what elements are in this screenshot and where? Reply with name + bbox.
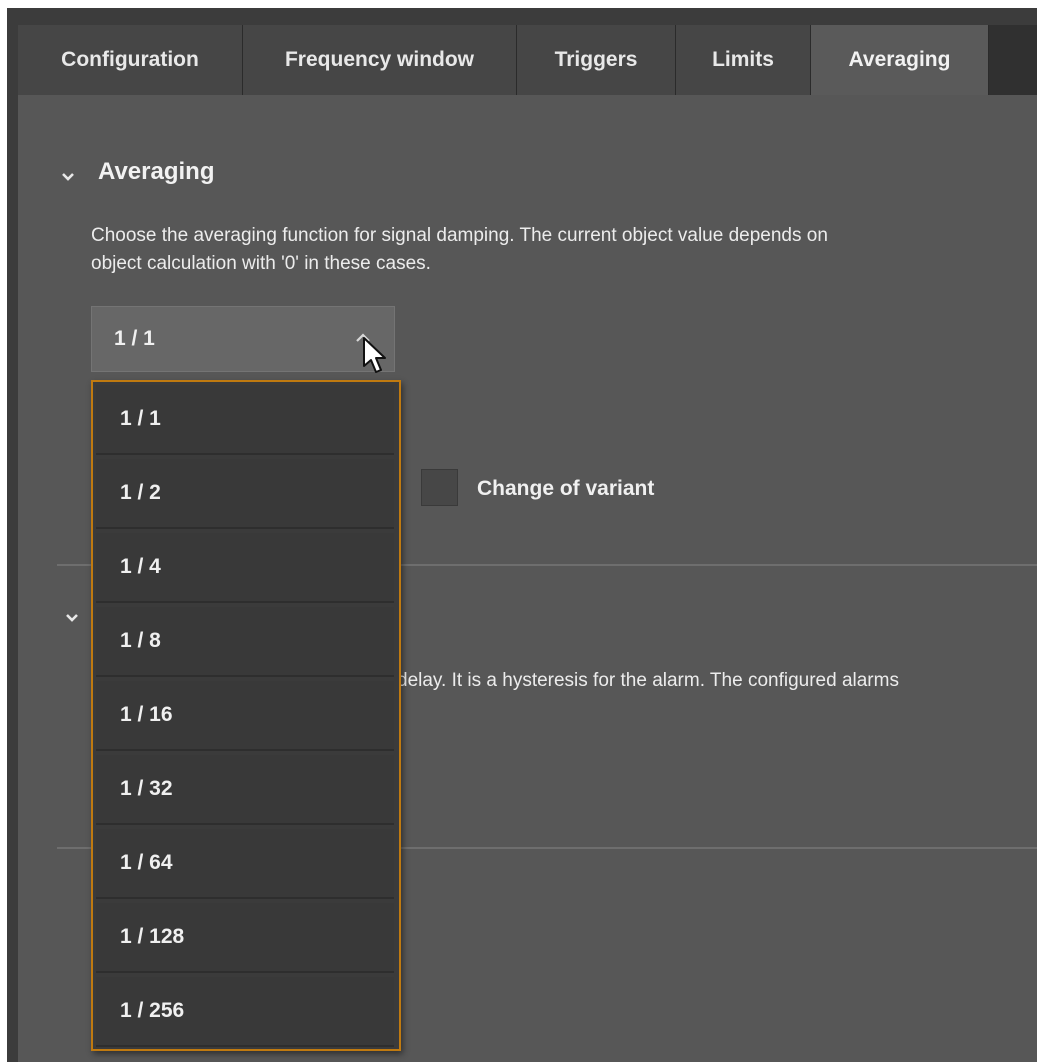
section2-description: delay. It is a hysteresis for the alarm.… — [397, 670, 899, 691]
tab-averaging[interactable]: Averaging — [811, 25, 989, 95]
dropdown-option[interactable]: 1 / 8 — [96, 607, 394, 677]
chevron-down-icon[interactable] — [65, 613, 79, 623]
tab-configuration[interactable]: Configuration — [18, 25, 243, 95]
tab-triggers[interactable]: Triggers — [517, 25, 676, 95]
app-window: Configuration Frequency window Triggers … — [7, 8, 1037, 1062]
averaging-select-value: 1 / 1 — [114, 327, 155, 350]
dropdown-option[interactable]: 1 / 128 — [96, 903, 394, 973]
chevron-down-icon[interactable] — [61, 172, 75, 182]
dropdown-option-label: 1 / 1 — [120, 407, 161, 430]
dropdown-option[interactable]: 1 / 64 — [96, 829, 394, 899]
dropdown-option-label: 1 / 128 — [120, 925, 185, 948]
averaging-dropdown-list: 1 / 1 1 / 2 1 / 4 1 / 8 1 / 16 1 / 32 1 … — [91, 380, 401, 1051]
tab-limits[interactable]: Limits — [676, 25, 811, 95]
averaging-select[interactable]: 1 / 1 — [91, 306, 395, 372]
dropdown-option[interactable]: 1 / 1 — [96, 385, 394, 455]
dropdown-option-label: 1 / 32 — [120, 777, 173, 800]
section-title-averaging[interactable]: Averaging — [98, 158, 214, 186]
dropdown-option-label: 1 / 4 — [120, 555, 161, 578]
description-line-2: object calculation with '0' in these cas… — [91, 253, 431, 274]
change-of-variant-checkbox[interactable] — [421, 469, 458, 506]
dropdown-option-label: 1 / 8 — [120, 629, 161, 652]
dropdown-option[interactable]: 1 / 4 — [96, 533, 394, 603]
dropdown-option-label: 1 / 64 — [120, 851, 173, 874]
dropdown-option-label: 1 / 256 — [120, 999, 185, 1022]
tab-bar: Configuration Frequency window Triggers … — [18, 25, 1037, 95]
tab-frequency-window[interactable]: Frequency window — [243, 25, 517, 95]
dropdown-option[interactable]: 1 / 256 — [96, 977, 394, 1047]
section-description: Choose the averaging function for signal… — [91, 222, 828, 278]
dropdown-option[interactable]: 1 / 16 — [96, 681, 394, 751]
mouse-cursor-icon — [363, 337, 386, 373]
dropdown-option[interactable]: 1 / 2 — [96, 459, 394, 529]
dropdown-option-label: 1 / 2 — [120, 481, 161, 504]
dropdown-option-label: 1 / 16 — [120, 703, 173, 726]
change-of-variant-label: Change of variant — [477, 477, 655, 500]
dropdown-option[interactable]: 1 / 32 — [96, 755, 394, 825]
description-line-1: Choose the averaging function for signal… — [91, 225, 828, 246]
